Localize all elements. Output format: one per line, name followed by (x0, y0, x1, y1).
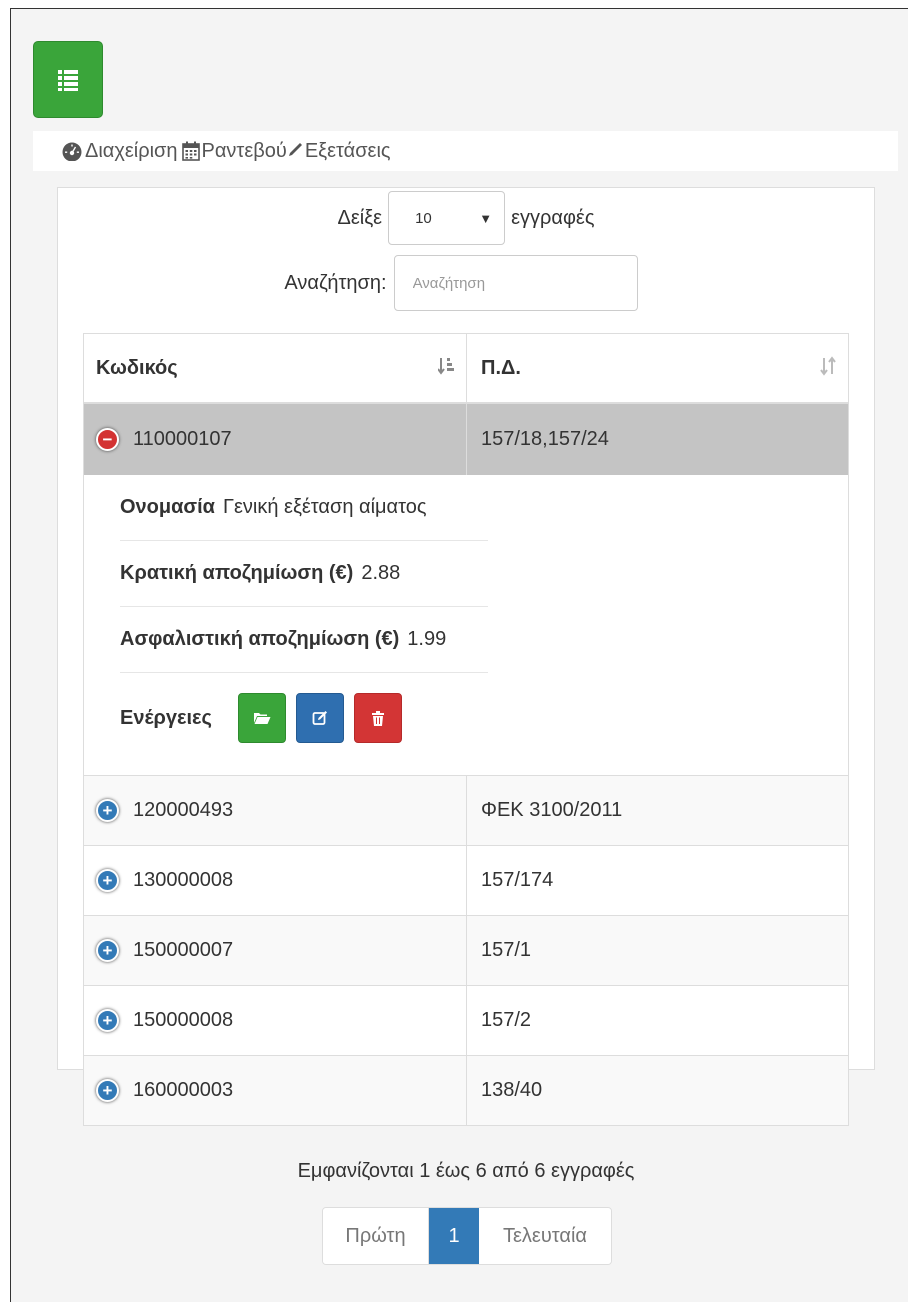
code-value: 150000008 (133, 1009, 234, 1031)
sort-both-icon (820, 355, 836, 381)
page-length-value: 10 (415, 209, 432, 227)
delete-button[interactable] (353, 693, 402, 743)
details-list: Ονομασία Γενική εξέταση αίματος Κρατική … (120, 475, 488, 763)
expand-row-icon[interactable]: + (96, 1079, 119, 1102)
length-suffix: εγγραφές (511, 206, 595, 229)
search-label: Αναζήτηση: (284, 271, 387, 294)
calendar-icon (181, 141, 200, 161)
code-value: 120000493 (133, 799, 234, 821)
detail-value: 2.88 (361, 562, 401, 584)
column-header-code[interactable]: Κωδικός (84, 334, 467, 402)
menu-toggle-button[interactable] (33, 41, 103, 118)
pd-cell: 157/174 (481, 869, 554, 891)
length-prefix: Δείξε (337, 206, 383, 229)
table-header: Κωδικός Π.Δ. (84, 334, 848, 404)
table-row[interactable]: − 110000107 157/18,157/24 (84, 404, 848, 475)
detail-label: Ενέργειες (120, 706, 212, 729)
breadcrumb: Διαχείριση Ραντεβού Εξετάσεις (33, 131, 898, 171)
code-value: 110000107 (133, 428, 232, 450)
detail-insurance-compensation: Ασφαλιστική αποζημίωση (€) 1.99 (120, 607, 488, 673)
detail-name: Ονομασία Γενική εξέταση αίματος (120, 475, 488, 541)
pd-cell: 157/2 (481, 1009, 532, 1031)
breadcrumb-label: Εξετάσεις (304, 139, 391, 162)
detail-state-compensation: Κρατική αποζημίωση (€) 2.88 (120, 541, 488, 607)
pd-cell: 157/18,157/24 (481, 428, 609, 450)
code-value: 130000008 (133, 869, 234, 891)
first-page-button[interactable]: Πρώτη (323, 1208, 429, 1264)
table-row[interactable]: + 150000008 157/2 (84, 985, 848, 1055)
table-info: Εμφανίζονται 1 έως 6 από 6 εγγραφές (297, 1160, 635, 1182)
table-row[interactable]: + 120000493 ΦΕΚ 3100/2011 (84, 775, 848, 845)
breadcrumb-label: Διαχείριση (85, 139, 178, 162)
pd-cell: 138/40 (481, 1079, 543, 1101)
edit-button[interactable] (295, 693, 344, 743)
detail-label: Κρατική αποζημίωση (€) (120, 562, 354, 584)
code-cell: − 110000107 (84, 404, 467, 475)
code-cell: + 160000003 (84, 1056, 467, 1125)
code-value: 160000003 (133, 1079, 234, 1101)
pd-cell: 157/1 (481, 939, 532, 961)
search-input[interactable] (393, 255, 638, 311)
page-length-control: Δείξε 10 ▼ εγγραφές (57, 190, 875, 246)
caret-down-icon: ▼ (479, 210, 493, 226)
current-page-button[interactable]: 1 (429, 1208, 479, 1264)
breadcrumb-item-admin[interactable]: Διαχείριση (61, 140, 178, 163)
detail-value: Γενική εξέταση αίματος (222, 496, 427, 518)
code-cell: + 130000008 (84, 846, 467, 915)
detail-value: 1.99 (407, 628, 447, 650)
edit-icon (312, 711, 327, 725)
column-header-pd[interactable]: Π.Δ. (467, 334, 848, 402)
expand-row-icon[interactable]: + (96, 869, 119, 892)
detail-label: Ονομασία (120, 496, 215, 518)
breadcrumb-item-appointments[interactable]: Ραντεβού (181, 139, 287, 163)
breadcrumb-item-exams[interactable]: Εξετάσεις (287, 140, 391, 163)
expand-row-icon[interactable]: + (96, 799, 119, 822)
detail-label: Ασφαλιστική αποζημίωση (€) (120, 628, 400, 650)
exams-table: Κωδικός Π.Δ. − 110000107 157/18,157/24 Ο… (83, 333, 849, 1126)
table-row[interactable]: + 150000007 157/1 (84, 915, 848, 985)
page-length-select[interactable]: 10 ▼ (388, 191, 506, 245)
sort-ascending-icon (437, 356, 454, 381)
row-details: Ονομασία Γενική εξέταση αίματος Κρατική … (84, 475, 848, 775)
breadcrumb-label: Ραντεβού (201, 139, 287, 162)
expand-row-icon[interactable]: + (96, 1009, 119, 1032)
pd-cell: ΦΕΚ 3100/2011 (481, 799, 623, 821)
code-cell: + 150000007 (84, 916, 467, 985)
column-header-label: Π.Δ. (481, 356, 521, 379)
table-row[interactable]: + 130000008 157/174 (84, 845, 848, 915)
dashboard-icon (62, 142, 82, 161)
open-button[interactable] (237, 693, 286, 743)
last-page-button[interactable]: Τελευταία (479, 1208, 611, 1264)
detail-actions: Ενέργειες (120, 673, 488, 763)
code-cell: + 120000493 (84, 776, 467, 845)
search-control: Αναζήτηση: (57, 254, 875, 312)
pencil-icon (288, 143, 302, 156)
folder-open-icon (253, 713, 271, 724)
code-value: 150000007 (133, 939, 234, 961)
collapse-row-icon[interactable]: − (96, 428, 119, 451)
list-icon (58, 69, 78, 91)
table-row[interactable]: + 160000003 138/40 (84, 1055, 848, 1125)
expand-row-icon[interactable]: + (96, 939, 119, 962)
code-cell: + 150000008 (84, 986, 467, 1055)
column-header-label: Κωδικός (96, 356, 178, 379)
pagination: Πρώτη 1 Τελευταία (322, 1207, 612, 1265)
trash-icon (371, 710, 384, 726)
